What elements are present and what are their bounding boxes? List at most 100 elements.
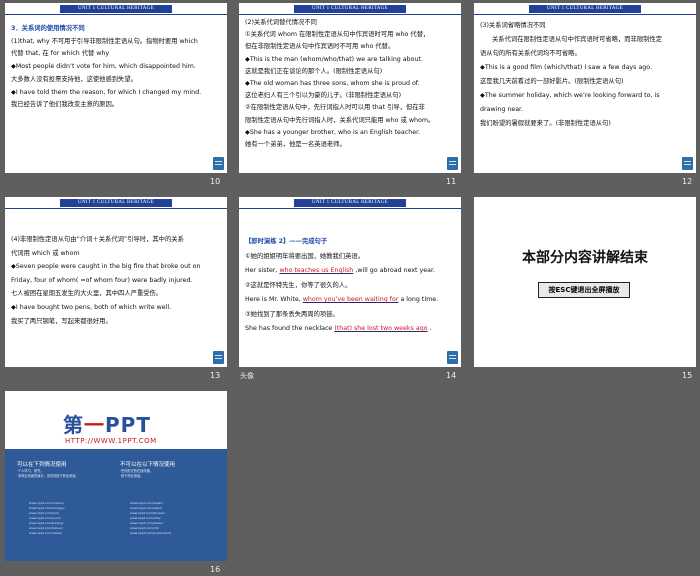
text-line: 我们盼望的暑假就要来了。(非限制性定语从句) <box>480 120 611 127</box>
text-line: (3)关系词省略情况不同 <box>480 22 546 29</box>
slide-number: 13 <box>210 371 221 380</box>
slide-body: (2)关系代词替代情况不同 ①关系代词 whom 在限制性定语从句中作宾语时可用… <box>245 17 453 151</box>
text-line: 代替 that, 在 for which 代替 why <box>11 50 110 58</box>
slide-body: 3．关系词的使用情况不同 (1)that, why 不可用于引导非限制性定语从句… <box>11 23 219 112</box>
slide-header: UNIT 1 CULTURAL HERITAGE <box>5 197 227 210</box>
text-line: (2)关系代词替代情况不同 <box>245 19 317 26</box>
slide-thumbnail-10[interactable]: UNIT 1 CULTURAL HERITAGE 3．关系词的使用情况不同 (1… <box>5 3 227 173</box>
sentence-end: . <box>429 325 432 332</box>
slide-number: 10 <box>210 177 221 186</box>
slide-thumbnail-12[interactable]: UNIT 1 CULTURAL HERITAGE (3)关系词省略情况不同 关系… <box>474 3 696 173</box>
sentence-start: Her sister, <box>245 267 278 274</box>
text-line: Friday, four of whom( =of whom four) wer… <box>11 276 193 284</box>
answer-line: She has found the necklace (that) she lo… <box>245 322 453 337</box>
unit-banner: UNIT 1 CULTURAL HERITAGE <box>529 5 641 13</box>
header-rule <box>239 208 461 209</box>
text-line: (4)非限制性定语从句由“介词＋关系代词”引导时，其中的关系 <box>11 236 184 243</box>
menu-icon[interactable] <box>682 157 693 170</box>
site-url: HTTP://WWW.1PPT.COM <box>65 437 157 445</box>
allowed-line: ·非商业用途的演示，但请勿用于商业用途。 <box>17 474 79 478</box>
slide-number: 12 <box>682 177 693 186</box>
text-line: ◆This is the man (whom/who/that) we are … <box>245 55 423 63</box>
slide-header: UNIT 1 CULTURAL HERITAGE <box>239 197 461 210</box>
link-list[interactable]: www.1ppt.com/kejian/ www.1ppt.com/ziliao… <box>130 501 171 536</box>
slide-thumbnail-15[interactable]: 本部分内容讲解结束 按ESC键退出全屏播放 <box>474 197 696 367</box>
forbidden-line: ·用于商业用途。 <box>120 474 144 478</box>
license-panel: 可以在下列情况使用 ·个人学习、研究。 ·非商业用途的演示，但请勿用于商业用途。… <box>5 453 227 561</box>
exercise-title: 【即时演练 2】——完成句子 <box>245 238 328 245</box>
slide-body: (3)关系词省略情况不同 关系代词在限制性定语从句中作宾语时可省略，而非限制性定… <box>480 19 688 131</box>
slide-thumbnail-13[interactable]: UNIT 1 CULTURAL HERITAGE (4)非限制性定语从句由“介词… <box>5 197 227 367</box>
text-line: ◆This is a good film (which/that) I saw … <box>480 64 653 71</box>
text-line: ①关系代词 whom 在限制性定语从句中作宾语时可用 who 代替， <box>245 31 430 39</box>
text-line: ◆Most people didn’t vote for him, which … <box>11 63 196 71</box>
logo-area: 第一PPT HTTP://WWW.1PPT.COM <box>5 391 227 449</box>
link-list[interactable]: www.1ppt.com/moban/ www.1ppt.com/hangye/… <box>29 501 64 536</box>
text-line: (1)that, why 不可用于引导非限制性定语从句。指物时要用 which <box>11 37 198 45</box>
ending-title: 本部分内容讲解结束 <box>522 250 648 266</box>
answer-line: Here is Mr. White, whom you’ve been wait… <box>245 293 453 308</box>
menu-icon[interactable] <box>447 157 458 170</box>
slide-number: 14 <box>446 371 457 380</box>
text-line: 她有一个弟弟，他是一名英语老师。 <box>245 141 346 149</box>
sentence-start: She has found the necklace <box>245 325 333 332</box>
text-line: ②这就是怀特先生，你等了很久的人。 <box>245 281 352 289</box>
sentence-end: a long time. <box>400 296 439 303</box>
allowed-heading: 可以在下列情况使用 <box>17 462 67 468</box>
unit-banner: UNIT 1 CULTURAL HERITAGE <box>294 5 406 13</box>
header-rule <box>239 14 461 15</box>
slide-number: 15 <box>682 371 693 380</box>
unit-banner: UNIT 1 CULTURAL HERITAGE <box>294 199 406 207</box>
text-line: 语从句的所有关系代词均不可省略。 <box>480 50 581 57</box>
text-line: 代词用 which 或 whom <box>11 249 80 257</box>
slide-thumbnail-16[interactable]: 第一PPT HTTP://WWW.1PPT.COM 可以在下列情况使用 ·个人学… <box>5 391 227 561</box>
logo-text: PPT <box>105 413 151 437</box>
answer-text: who teaches us English <box>279 267 354 274</box>
answer-text: (that) she lost two weeks ago <box>334 325 428 332</box>
exit-fullscreen-button[interactable]: 按ESC键退出全屏播放 <box>538 282 630 298</box>
text-line: ◆I have bought two pens, both of which w… <box>11 303 172 311</box>
text-line: drawing near. <box>480 106 524 113</box>
unit-banner: UNIT 1 CULTURAL HERITAGE <box>60 199 172 207</box>
text-line: 这就是我们正在谈论的那个人。(限制性定语从句) <box>245 67 383 75</box>
menu-icon[interactable] <box>213 351 224 364</box>
slide-body: 【即时演练 2】——完成句子 ①她的姐姐明年将要出国，她教我们英语。 Her s… <box>245 235 453 337</box>
text-line: ①她的姐姐明年将要出国，她教我们英语。 <box>245 252 364 260</box>
text-line: ◆I have told them the reason, for which … <box>11 88 202 96</box>
text-line: 我买了两只钢笔，写起来都很好用。 <box>11 317 112 325</box>
slide-thumbnail-14[interactable]: UNIT 1 CULTURAL HERITAGE 【即时演练 2】——完成句子 … <box>239 197 461 367</box>
text-line: 这是我几天前看过的一部好影片。(限制性定语从句) <box>480 78 624 85</box>
logo-char: 第 <box>63 413 84 437</box>
answer-text: whom you’ve been waiting for <box>302 296 399 303</box>
section-title: 3．关系词的使用情况不同 <box>11 25 85 32</box>
slide-header: UNIT 1 CULTURAL HERITAGE <box>5 3 227 16</box>
text-line: 七人被困在星期五发生的大火里，其中四人严重受伤。 <box>11 290 163 298</box>
sentence-end: ,will go abroad next year. <box>355 267 436 274</box>
text-line: ◆The summer holiday, which we’re looking… <box>480 92 660 99</box>
text-line: 限制性定语从句中先行词指人时，关系代词只能用 who 或 whom。 <box>245 116 435 124</box>
footer-caption: 头像 <box>240 372 254 380</box>
sentence-start: Here is Mr. White, <box>245 296 301 303</box>
logo-char: 一 <box>84 413 105 437</box>
text-line: ◆Seven people were caught in the big fir… <box>11 263 201 271</box>
text-line: 大多数人没有投票支持他，这使他感到失望。 <box>11 75 137 83</box>
slide-body: (4)非限制性定语从句由“介词＋关系代词”引导时，其中的关系 代词用 which… <box>11 233 219 328</box>
header-rule <box>5 208 227 209</box>
text-line: 这位老妇人有三个引以为豪的儿子。(非限制性定语从句) <box>245 92 402 100</box>
slide-header: UNIT 1 CULTURAL HERITAGE <box>474 3 696 16</box>
slide-number: 16 <box>210 565 221 574</box>
slide-header: UNIT 1 CULTURAL HERITAGE <box>239 3 461 16</box>
text-line: ②在限制性定语从句中，先行词指人时可以用 that 引导，但在非 <box>245 104 425 112</box>
slide-thumbnail-11[interactable]: UNIT 1 CULTURAL HERITAGE (2)关系代词替代情况不同 ①… <box>239 3 461 173</box>
slide-number: 11 <box>446 177 457 186</box>
menu-icon[interactable] <box>213 157 224 170</box>
text-line: ◆The old woman has three sons, whom she … <box>245 80 420 88</box>
text-line: 但在非限制性定语从句中作宾语时不可用 who 代替。 <box>245 43 395 51</box>
header-rule <box>5 14 227 15</box>
forbidden-heading: 不可以在以下情况使用 <box>120 462 176 468</box>
menu-icon[interactable] <box>447 351 458 364</box>
answer-line: Her sister, who teaches us English ,will… <box>245 264 453 279</box>
site-logo: 第一PPT <box>63 409 151 438</box>
text-line: 关系代词在限制性定语从句中作宾语时可省略，而非限制性定 <box>492 36 663 43</box>
header-rule <box>474 14 696 15</box>
